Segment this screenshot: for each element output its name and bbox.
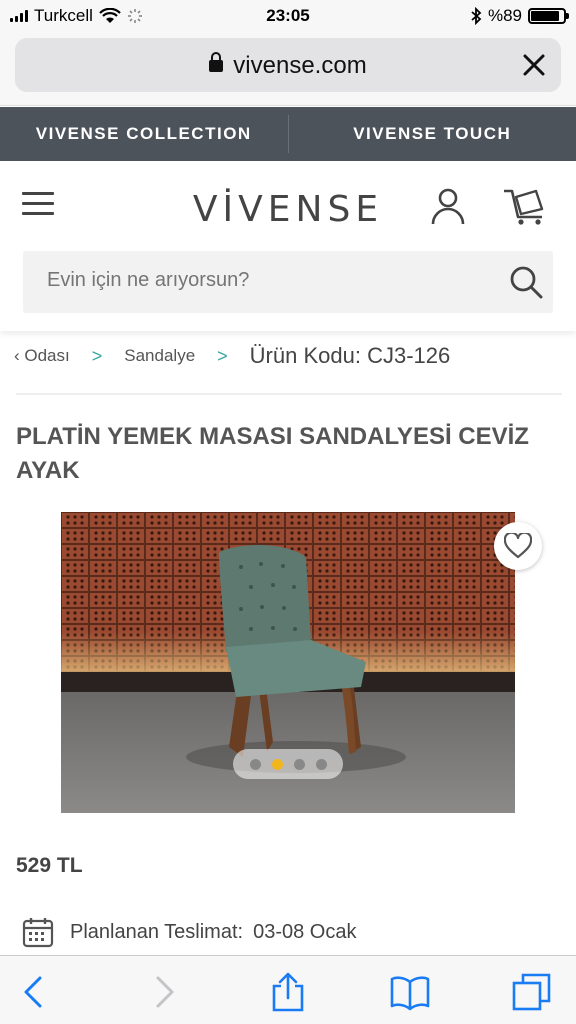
- browser-toolbar: [0, 955, 576, 1024]
- address-bar[interactable]: vivense.com: [15, 38, 561, 92]
- status-bar: Turkcell 23:05 %89: [0, 0, 576, 32]
- search-box[interactable]: [23, 251, 553, 313]
- delivery-label: Planlanan Teslimat:: [70, 920, 244, 943]
- breadcrumb: ‹ Odası > Sandalye > Ürün Kodu: CJ3-126: [14, 340, 574, 372]
- battery-percent: %89: [487, 6, 522, 25]
- battery-icon: [528, 8, 569, 24]
- status-right: %89: [470, 6, 569, 26]
- product-price: 529 TL: [16, 854, 83, 877]
- divider: [16, 393, 562, 395]
- gallery-dot[interactable]: [271, 758, 283, 770]
- product-title: PLATİN YEMEK MASASI SANDALYESİ CEVİZ AYA…: [16, 423, 529, 484]
- site-header: VİVENSE: [0, 161, 576, 331]
- breadcrumb-item[interactable]: Sandalye: [124, 346, 195, 366]
- gallery-dot[interactable]: [249, 758, 261, 770]
- cart-icon[interactable]: [502, 187, 548, 227]
- url-text: vivense.com: [233, 52, 367, 79]
- product-code: Ürün Kodu: CJ3-126: [249, 343, 451, 368]
- gallery-dot[interactable]: [315, 758, 327, 770]
- bluetooth-icon: [471, 7, 482, 25]
- lock-icon: [209, 52, 224, 72]
- vivense-collection-link[interactable]: VIVENSE COLLECTION: [0, 124, 288, 144]
- breadcrumb-separator: >: [91, 345, 103, 366]
- bookmarks-icon[interactable]: [390, 972, 430, 1012]
- gallery-pagination: [233, 749, 343, 779]
- heart-icon: [504, 533, 532, 559]
- close-icon[interactable]: [519, 50, 549, 80]
- delivery-date: 03-08 Ocak: [253, 920, 357, 943]
- delivery-info: Planlanan Teslimat: 03-08 Ocak: [22, 916, 356, 948]
- forward-icon[interactable]: [144, 972, 184, 1012]
- search-icon[interactable]: [509, 265, 543, 299]
- breadcrumb-separator: >: [217, 345, 228, 366]
- breadcrumb-item[interactable]: ‹ Odası: [14, 346, 70, 366]
- favorite-button[interactable]: [494, 522, 542, 570]
- collection-bar: VIVENSE COLLECTION VIVENSE TOUCH: [0, 107, 576, 161]
- tabs-icon[interactable]: [512, 972, 552, 1012]
- gallery-dot[interactable]: [293, 758, 305, 770]
- site-logo[interactable]: VİVENSE: [0, 189, 576, 230]
- vivense-touch-link[interactable]: VIVENSE TOUCH: [289, 124, 576, 144]
- user-icon[interactable]: [430, 187, 466, 225]
- share-icon[interactable]: [268, 972, 308, 1012]
- browser-address-area: vivense.com: [0, 32, 576, 106]
- url-display[interactable]: vivense.com: [15, 52, 561, 80]
- back-icon[interactable]: [14, 972, 54, 1012]
- calendar-icon: [22, 918, 54, 948]
- search-input[interactable]: [47, 269, 467, 292]
